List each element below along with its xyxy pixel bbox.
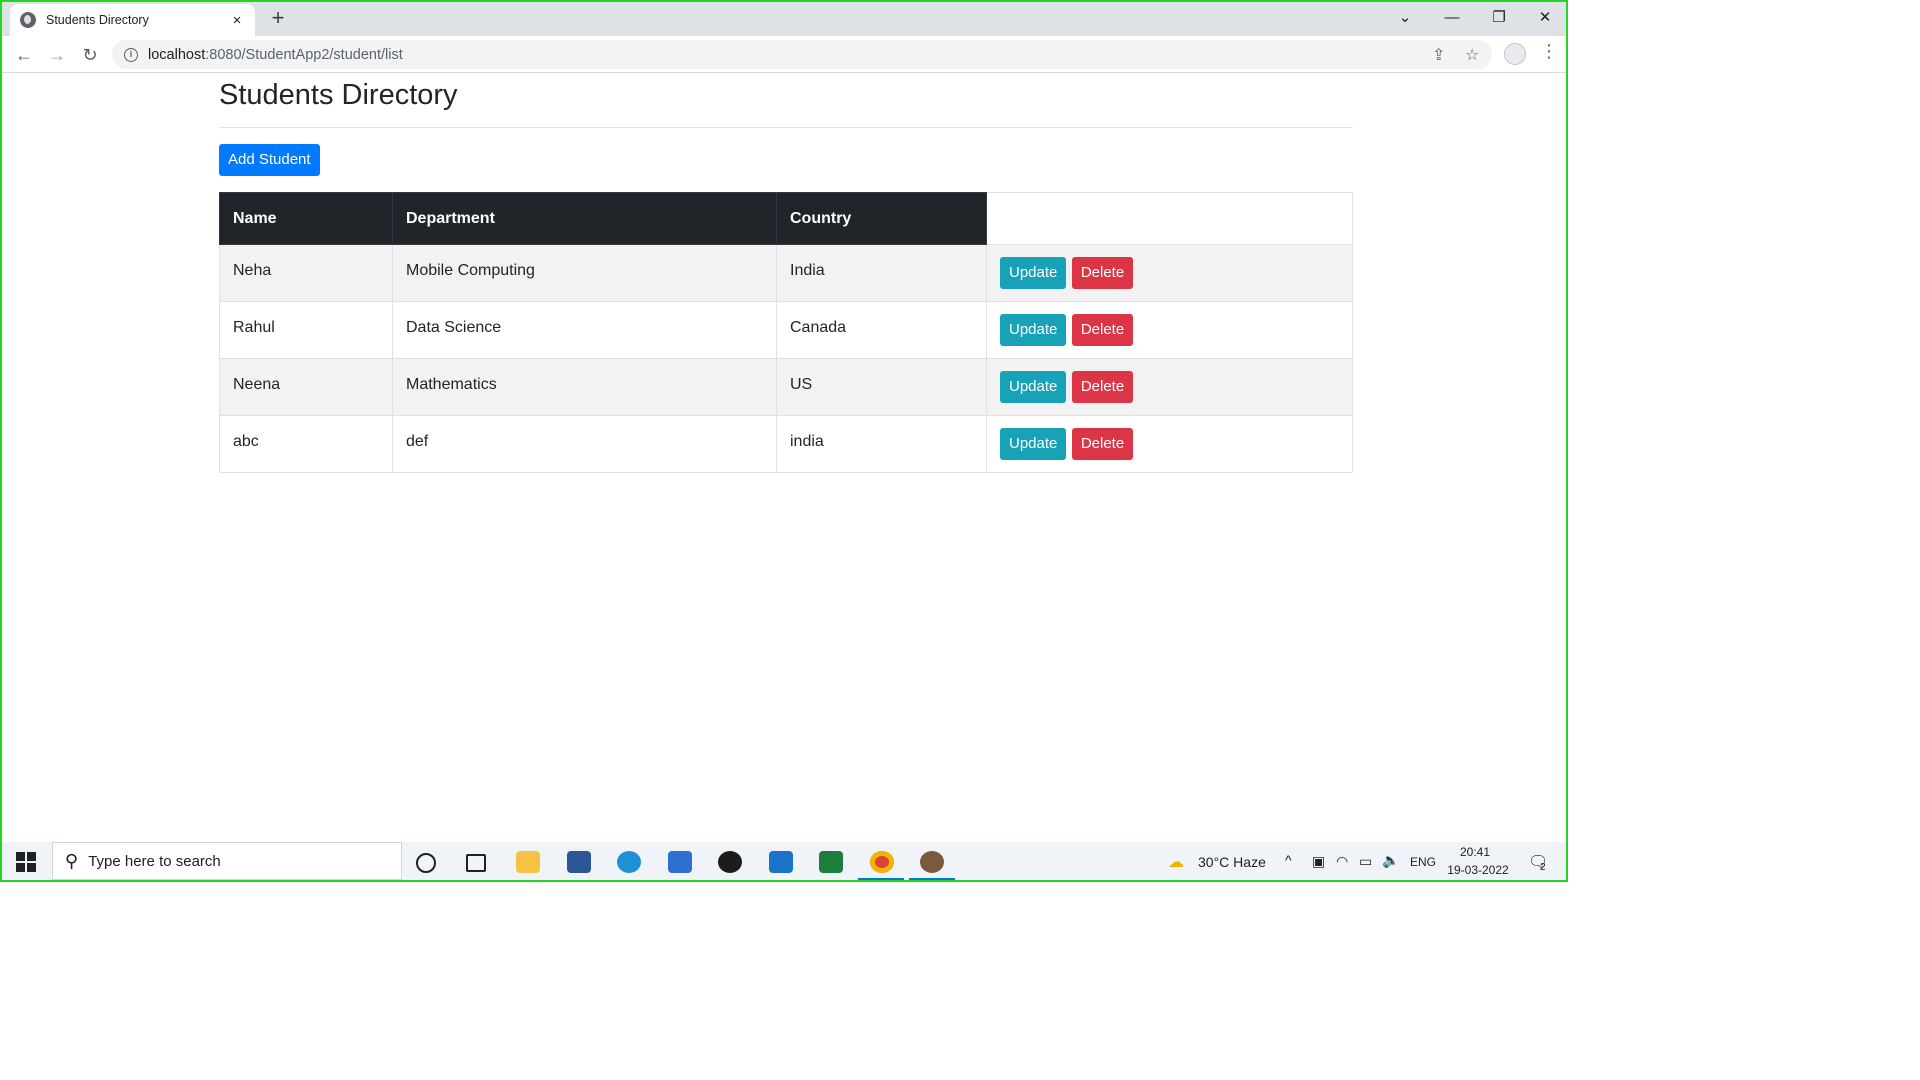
back-icon[interactable]: ← (10, 41, 38, 69)
divider (219, 127, 1353, 128)
globe-icon (20, 12, 36, 28)
close-window-icon[interactable]: ✕ (1522, 2, 1568, 34)
taskbar-search-input[interactable]: ⚲ Type here to search (52, 842, 402, 880)
windows-start-icon[interactable] (16, 852, 36, 872)
profile-avatar-icon[interactable] (1504, 43, 1526, 65)
cell-name: Rahul (219, 301, 393, 359)
edge-icon[interactable] (617, 851, 641, 873)
media-app-icon[interactable] (718, 851, 742, 873)
column-header-name: Name (219, 192, 393, 245)
chrome-icon[interactable] (870, 851, 894, 873)
share-icon[interactable]: ⇪ (1432, 45, 1445, 65)
tab-search-icon[interactable]: ⌄ (1382, 2, 1428, 34)
table-row: Rahul Data Science Canada Update Delete (219, 301, 1353, 359)
mail-icon[interactable] (769, 851, 793, 873)
cell-department: Data Science (392, 301, 777, 359)
reload-icon[interactable]: ↻ (76, 41, 104, 69)
cell-country: India (776, 244, 987, 302)
task-view-icon[interactable] (466, 854, 486, 872)
java-app-icon[interactable] (920, 851, 944, 873)
show-hidden-icons-icon[interactable]: ^ (1285, 852, 1292, 868)
cell-country: Canada (776, 301, 987, 359)
address-bar[interactable]: i localhost:8080/StudentApp2/student/lis… (112, 40, 1492, 69)
update-button[interactable]: Update (1000, 257, 1067, 289)
weather-text[interactable]: 30°C Haze (1198, 854, 1266, 870)
update-button[interactable]: Update (1000, 428, 1067, 460)
students-table: Name Department Country Neha Mobile Comp… (219, 192, 1353, 473)
notification-count: 2 (1540, 862, 1546, 873)
delete-button[interactable]: Delete (1071, 428, 1134, 460)
browser-tab-bar: Students Directory × + ⌄ — ❐ ✕ (2, 2, 1566, 36)
cell-department: Mobile Computing (392, 244, 777, 302)
menu-icon[interactable]: ⋮ (1540, 41, 1558, 62)
cell-actions: Update Delete (986, 301, 1353, 359)
minimize-icon[interactable]: — (1429, 2, 1475, 34)
cell-country: india (776, 415, 987, 473)
delete-button[interactable]: Delete (1071, 314, 1134, 346)
windows-taskbar: ⚲ Type here to search ☁ 30°C Haze ^ ▣ ◠ … (2, 842, 1566, 880)
update-button[interactable]: Update (1000, 371, 1067, 403)
new-tab-icon[interactable]: + (266, 6, 290, 30)
meet-now-icon[interactable]: ▣ (1312, 853, 1325, 870)
battery-icon[interactable]: ▭ (1359, 853, 1372, 870)
language-indicator[interactable]: ENG (1410, 855, 1436, 869)
column-header-department: Department (392, 192, 777, 245)
file-explorer-icon[interactable] (516, 851, 540, 873)
url-text: localhost:8080/StudentApp2/student/list (148, 46, 403, 63)
restore-icon[interactable]: ❐ (1476, 2, 1522, 34)
cell-department: Mathematics (392, 358, 777, 416)
browser-toolbar: ← → ↻ i localhost:8080/StudentApp2/stude… (2, 36, 1566, 73)
table-row: abc def india Update Delete (219, 415, 1353, 473)
forward-icon[interactable]: → (43, 41, 71, 69)
cortana-icon[interactable] (416, 853, 436, 873)
cell-actions: Update Delete (986, 415, 1353, 473)
weather-icon[interactable]: ☁ (1168, 852, 1184, 872)
table-row: Neha Mobile Computing India Update Delet… (219, 244, 1353, 302)
cell-actions: Update Delete (986, 358, 1353, 416)
cell-name: Neena (219, 358, 393, 416)
tab-close-icon[interactable]: × (229, 12, 245, 29)
clock-date[interactable]: 19-03-2022 (1442, 863, 1514, 877)
wifi-icon[interactable]: ◠ (1336, 853, 1348, 870)
column-header-country: Country (776, 192, 987, 245)
delete-button[interactable]: Delete (1071, 371, 1134, 403)
cell-actions: Update Delete (986, 244, 1353, 302)
tab-title: Students Directory (46, 13, 149, 27)
app-active-indicator (909, 878, 955, 880)
cell-country: US (776, 358, 987, 416)
delete-button[interactable]: Delete (1071, 257, 1134, 289)
cell-name: Neha (219, 244, 393, 302)
globe-app-icon[interactable] (819, 851, 843, 873)
chrome-active-indicator (858, 878, 904, 880)
site-info-icon[interactable]: i (124, 47, 138, 62)
search-icon: ⚲ (65, 850, 79, 871)
page-content: Students Directory Add Student Name Depa… (219, 74, 1353, 473)
update-button[interactable]: Update (1000, 314, 1067, 346)
volume-icon[interactable]: 🔈 (1382, 852, 1399, 869)
table-header-row: Name Department Country (219, 192, 1353, 245)
table-row: Neena Mathematics US Update Delete (219, 358, 1353, 416)
bookmark-star-icon[interactable]: ☆ (1465, 45, 1479, 65)
clock-time[interactable]: 20:41 (1442, 845, 1508, 859)
store-icon[interactable] (668, 851, 692, 873)
laptop-app-icon[interactable] (567, 851, 591, 873)
add-student-button[interactable]: Add Student (219, 144, 320, 176)
cell-name: abc (219, 415, 393, 473)
cell-department: def (392, 415, 777, 473)
column-header-actions (986, 192, 1353, 245)
page-title: Students Directory (219, 79, 458, 111)
browser-tab[interactable]: Students Directory × (10, 4, 255, 36)
search-placeholder: Type here to search (88, 852, 221, 870)
